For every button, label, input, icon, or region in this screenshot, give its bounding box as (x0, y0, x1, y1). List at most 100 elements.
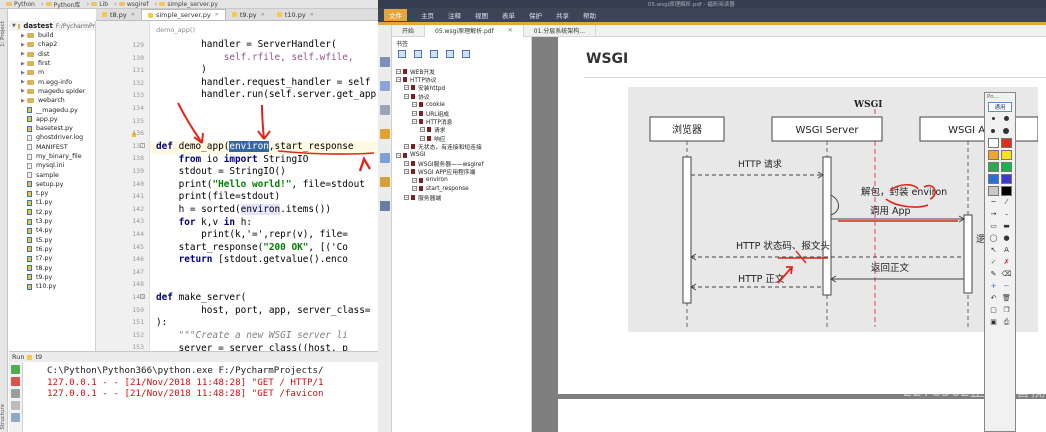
bookmark-item[interactable]: − WSGI (396, 151, 426, 159)
bookmark-options-icon[interactable] (462, 50, 470, 58)
close-icon[interactable]: ✕ (131, 12, 135, 18)
new-page-icon[interactable]: ▢ (989, 306, 999, 315)
bookmark-item[interactable]: − 服务器端 (404, 193, 441, 202)
menu-form[interactable]: 表单 (502, 10, 515, 20)
save-icon[interactable]: ▣ (989, 318, 999, 327)
pen-size-small-icon[interactable] (991, 117, 995, 120)
text-tool-icon[interactable]: A (1002, 246, 1012, 255)
breadcrumb-item[interactable]: Python库 (45, 0, 80, 9)
curve-tool-icon[interactable]: ~ (989, 198, 999, 207)
comment-icon[interactable] (380, 129, 390, 139)
tree-folder[interactable]: ▶ first (9, 59, 95, 68)
menu-protect[interactable]: 保护 (529, 10, 542, 20)
tree-file[interactable]: t4.py (9, 226, 95, 235)
pen-size-large-icon[interactable] (1003, 116, 1009, 121)
layers-icon[interactable] (380, 105, 390, 115)
tree-file[interactable]: my_binary_file (9, 152, 95, 161)
collapse-icon[interactable]: − (404, 160, 409, 166)
color-swatch[interactable] (1001, 149, 1012, 160)
tree-folder[interactable]: ▶ build (9, 31, 95, 40)
tab-t10[interactable]: t10.py ✕ (271, 9, 320, 20)
print-icon[interactable] (11, 413, 20, 422)
color-swatch[interactable] (1001, 185, 1012, 196)
menu-home[interactable]: 主页 (421, 10, 434, 20)
minus-icon[interactable]: − (1002, 282, 1012, 291)
menu-file[interactable]: 文件 (384, 9, 407, 21)
fill-ellipse-icon[interactable]: ● (1002, 234, 1012, 243)
color-swatch[interactable] (988, 137, 999, 148)
bookmark-item[interactable]: − 协议 (404, 92, 430, 101)
project-tool-button[interactable]: 1: Project (0, 21, 8, 47)
bookmark-delete-icon[interactable] (414, 50, 422, 58)
bookmark-item[interactable]: − 响应 (420, 134, 446, 143)
menu-help[interactable]: 帮助 (583, 10, 596, 20)
scroll-icon[interactable] (11, 401, 20, 410)
code-editor[interactable]: demo_app() handler = ServerHandler( self… (150, 21, 378, 351)
tree-file[interactable]: t6.py (9, 245, 95, 254)
delete-icon[interactable]: 🗑 (1002, 294, 1012, 303)
breadcrumb-item[interactable]: wsgiref (118, 1, 149, 8)
pen-size-icon[interactable] (991, 128, 995, 133)
tree-folder[interactable]: ▶ magedu spider (9, 87, 95, 96)
tree-file[interactable]: t9.py (9, 273, 95, 282)
signature-icon[interactable] (380, 201, 390, 211)
tree-file[interactable]: t1.py (9, 198, 95, 207)
collapse-icon[interactable]: − (420, 135, 425, 141)
tab-start[interactable]: 开始 (392, 24, 426, 37)
stop-icon[interactable] (11, 377, 20, 386)
breadcrumb-item[interactable]: Lib (91, 1, 108, 8)
bookmark-item[interactable]: − URL组成 (412, 109, 449, 118)
tree-folder[interactable]: ▶ chap2 (9, 40, 95, 49)
collapse-icon[interactable]: − (412, 102, 417, 108)
document-viewport[interactable]: WSGI WSGI 浏览器 WSGI Server WSGI App HTTP … (532, 37, 1046, 432)
collapse-icon[interactable]: − (404, 85, 409, 91)
security-icon[interactable] (380, 177, 390, 187)
collapse-icon[interactable]: − (412, 177, 417, 183)
breadcrumb-item[interactable]: Python (6, 1, 35, 8)
color-swatch[interactable] (1001, 173, 1012, 184)
tree-file[interactable]: MANIFEST (9, 143, 95, 152)
bookmark-item[interactable]: − WSGI服务器——wsgiref (404, 159, 484, 168)
close-icon[interactable]: ✕ (215, 12, 219, 18)
close-icon[interactable]: ✕ (310, 12, 314, 18)
bookmark-item[interactable]: − 安装httpd (404, 84, 445, 92)
project-root[interactable]: ▼ dastest F:/PycharmPr (9, 21, 95, 31)
print-icon[interactable]: ⎙ (1002, 318, 1012, 327)
collapse-icon[interactable]: − (396, 68, 401, 74)
run-config-tab[interactable]: t9 (35, 353, 42, 361)
color-swatch[interactable] (988, 185, 999, 196)
collapse-icon[interactable]: − (396, 76, 401, 82)
bookmark-item[interactable]: − cookie (412, 101, 445, 109)
general-button[interactable]: 通用 (988, 102, 1012, 112)
run-console[interactable]: C:\Python\Python366\python.exe F:/Pychar… (23, 362, 378, 432)
tree-file[interactable]: t3.py (9, 217, 95, 226)
collapse-icon[interactable]: − (412, 186, 417, 192)
tree-file[interactable]: mysql.ini (9, 161, 95, 170)
bookmark-item[interactable]: − HTTP消息 (412, 117, 452, 126)
rectangle-tool-icon[interactable]: ▭ (989, 222, 999, 231)
tree-file[interactable]: t7.py (9, 254, 95, 263)
pause-icon[interactable] (11, 389, 20, 398)
fill-rect-icon[interactable]: ▬ (1002, 222, 1012, 231)
color-swatch[interactable] (988, 149, 999, 160)
collapse-icon[interactable]: − (404, 144, 409, 150)
tree-file[interactable]: app.py (9, 115, 95, 124)
bookmark-expand-icon[interactable] (430, 50, 438, 58)
tab-simple-server[interactable]: simple_server.py ✕ (140, 9, 226, 20)
pointer-tool-icon[interactable]: ↖ (989, 246, 999, 255)
undo-icon[interactable]: ↶ (989, 294, 999, 303)
collapse-icon[interactable]: − (404, 169, 409, 175)
arrow-tool-icon[interactable]: → (989, 210, 999, 219)
bookmark-add-icon[interactable] (398, 50, 406, 58)
bookmark-item[interactable]: − environ (412, 176, 448, 184)
pencil-icon[interactable]: ✎ (989, 270, 999, 279)
tree-folder[interactable]: ▶ m (9, 68, 95, 77)
tree-file[interactable]: t10.py (9, 282, 95, 291)
bookmark-item[interactable]: − start_response (412, 185, 469, 193)
tree-folder[interactable]: ▶ dist (9, 50, 95, 59)
bookmark-item[interactable]: − HTTP协议 (396, 75, 436, 84)
collapse-icon[interactable]: − (412, 118, 417, 124)
collapse-icon[interactable]: − (396, 152, 401, 158)
menu-view[interactable]: 视图 (475, 10, 488, 20)
tree-file[interactable]: basetest.py (9, 124, 95, 133)
